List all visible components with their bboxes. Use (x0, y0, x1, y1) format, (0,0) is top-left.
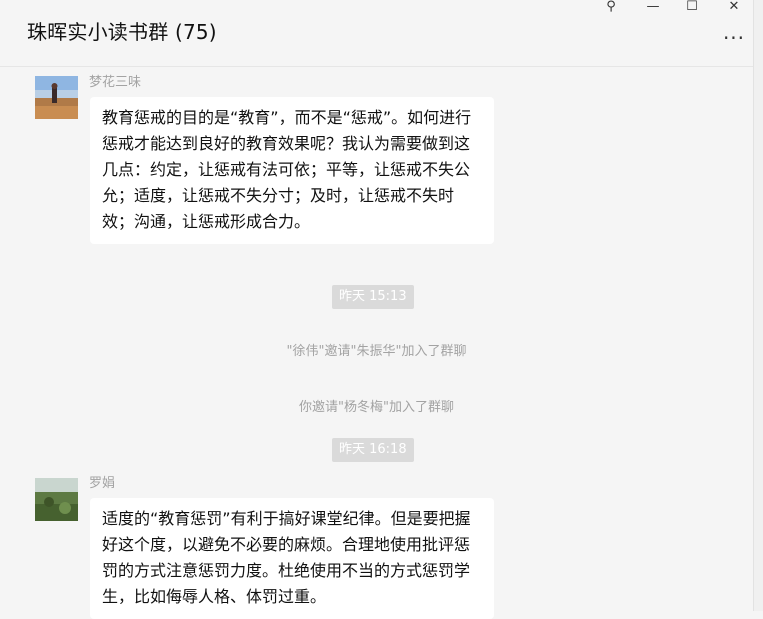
timestamp: 昨天 16:18 (332, 438, 414, 462)
sender-name: 梦花三味 (89, 75, 142, 90)
minimize-icon[interactable]: — (638, 0, 668, 14)
message-bubble[interactable]: 教育惩戒的目的是“教育”，而不是“惩戒”。如何进行惩戒才能达到良好的教育效果呢？… (90, 97, 494, 244)
more-options-icon[interactable]: ··· (722, 26, 746, 50)
system-notice: 你邀请"杨冬梅"加入了群聊 (299, 400, 454, 415)
message-bubble[interactable]: 适度的“教育惩罚”有利于搞好课堂纪律。但是要把握好这个度，以避免不必要的麻烦。合… (90, 498, 494, 619)
maximize-icon[interactable]: ☐ (677, 0, 707, 14)
timestamp: 昨天 15:13 (332, 285, 414, 309)
avatar[interactable] (35, 478, 78, 521)
chat-title: 珠晖实小读书群 (75) (27, 20, 217, 44)
pin-icon[interactable]: ⚲ (596, 0, 626, 14)
scrollbar-track[interactable] (753, 0, 763, 611)
close-icon[interactable]: ✕ (719, 0, 749, 14)
system-notice: "徐伟"邀请"朱振华"加入了群聊 (286, 344, 467, 359)
avatar[interactable] (35, 76, 78, 119)
sender-name: 罗娟 (89, 476, 116, 491)
